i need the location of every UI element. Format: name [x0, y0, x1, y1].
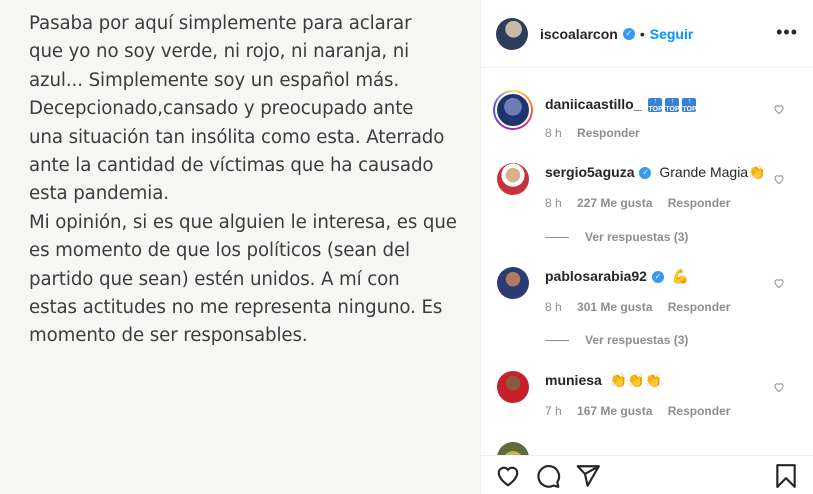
heart-icon[interactable]: [495, 463, 521, 489]
top-emoji-icon: ↑ TOP: [682, 98, 697, 113]
replies-divider: [545, 236, 569, 238]
view-replies-button[interactable]: Ver respuestas (3): [545, 230, 688, 244]
comment-text: 💪: [671, 268, 690, 284]
comment-username[interactable]: sergio5aguza: [545, 164, 634, 180]
comment-username[interactable]: pablosarabia92: [545, 268, 647, 284]
comment-avatar[interactable]: [497, 163, 529, 195]
separator-dot: •: [639, 25, 645, 42]
verified-badge-icon: ✓: [651, 271, 664, 284]
share-icon[interactable]: [575, 463, 601, 489]
verified-badge-icon: ✓: [639, 167, 652, 180]
like-heart-icon[interactable]: [773, 277, 785, 289]
comment-username[interactable]: daniicaastillo_: [545, 96, 641, 112]
bookmark-icon[interactable]: [773, 463, 799, 489]
comments-list[interactable]: daniicaastillo_ ↑ TOP↑ TOP↑ TOP 8 h Respond…: [481, 69, 813, 455]
post-sidebar: iscoalarcon ✓ • Seguir ••• daniicaastill…: [481, 0, 813, 494]
post-header: iscoalarcon ✓ • Seguir •••: [481, 0, 813, 68]
comment-time[interactable]: 8 h: [545, 196, 562, 210]
reply-button[interactable]: Responder: [577, 126, 640, 140]
more-horizontal-icon[interactable]: •••: [776, 22, 798, 43]
post-text: Pasaba por aquí simplemente para aclarar…: [29, 13, 457, 347]
comment-text: 👏👏👏: [609, 372, 662, 388]
author-avatar[interactable]: [496, 17, 528, 50]
verified-badge-icon: ✓: [622, 27, 635, 40]
like-heart-icon[interactable]: [773, 381, 785, 393]
like-heart-icon[interactable]: [773, 173, 785, 185]
view-replies-button[interactable]: Ver respuestas (3): [545, 333, 688, 347]
comment-likes[interactable]: 167 Me gusta: [577, 404, 652, 418]
like-heart-icon[interactable]: [773, 103, 785, 115]
comment-likes[interactable]: 301 Me gusta: [577, 300, 652, 314]
comment-avatar[interactable]: [493, 90, 533, 130]
author-username[interactable]: iscoalarcon: [540, 26, 618, 42]
post-image: Pasaba por aquí simplemente para aclarar…: [0, 0, 481, 494]
comment-text: Grande Magia👏: [659, 164, 766, 180]
reply-button[interactable]: Responder: [668, 300, 731, 314]
view-replies-label[interactable]: Ver respuestas (3): [585, 333, 688, 347]
post-actions-bar: [481, 455, 813, 494]
view-replies-label[interactable]: Ver respuestas (3): [585, 230, 688, 244]
comment-time[interactable]: 7 h: [545, 404, 562, 418]
comment-time[interactable]: 8 h: [545, 300, 562, 314]
replies-divider: [545, 339, 569, 341]
comment-time[interactable]: 8 h: [545, 126, 562, 140]
reply-button[interactable]: Responder: [668, 404, 731, 418]
comment-avatar[interactable]: [497, 371, 529, 403]
comment-avatar[interactable]: [497, 267, 529, 299]
top-emoji-icon: ↑ TOP: [665, 98, 680, 113]
comment-icon[interactable]: [535, 463, 561, 489]
reply-button[interactable]: Responder: [668, 196, 731, 210]
comment-avatar[interactable]: [497, 442, 529, 455]
top-emoji-icon: ↑ TOP: [648, 98, 663, 113]
comment-likes[interactable]: 227 Me gusta: [577, 196, 652, 210]
follow-button[interactable]: Seguir: [650, 26, 694, 42]
comment-username[interactable]: muniesa: [545, 372, 602, 388]
